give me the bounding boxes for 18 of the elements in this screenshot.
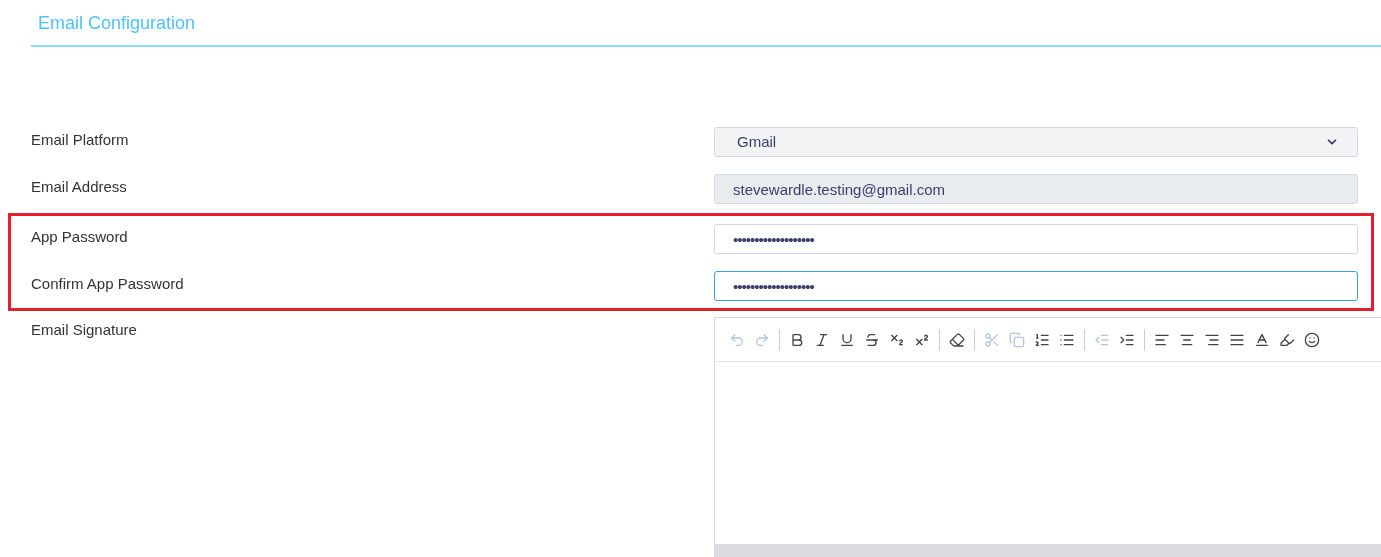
eraser-button[interactable]	[949, 331, 965, 348]
password-field[interactable]: •••••••••••••••••••	[714, 224, 1358, 254]
bold-button[interactable]	[789, 331, 805, 348]
field-label: App Password	[31, 227, 129, 247]
password-field[interactable]: •••••••••••••••••••	[714, 271, 1358, 301]
field-label: Email Platform	[31, 130, 130, 150]
highlighter-button[interactable]	[1279, 331, 1295, 348]
numbered-list-button[interactable]	[1034, 331, 1050, 348]
italic-button[interactable]	[814, 331, 830, 348]
underline-button[interactable]	[839, 331, 855, 348]
field-label: Email Address	[31, 177, 128, 197]
section-title: Email Configuration	[38, 13, 196, 33]
platform-select[interactable]: Gmail	[714, 127, 1358, 157]
smiley-button[interactable]	[1304, 331, 1320, 348]
field-label: Email Signature	[31, 320, 138, 340]
strikethrough-button[interactable]	[864, 331, 880, 348]
field-label: Confirm App Password	[31, 274, 185, 294]
text-color-button[interactable]	[1254, 331, 1270, 348]
